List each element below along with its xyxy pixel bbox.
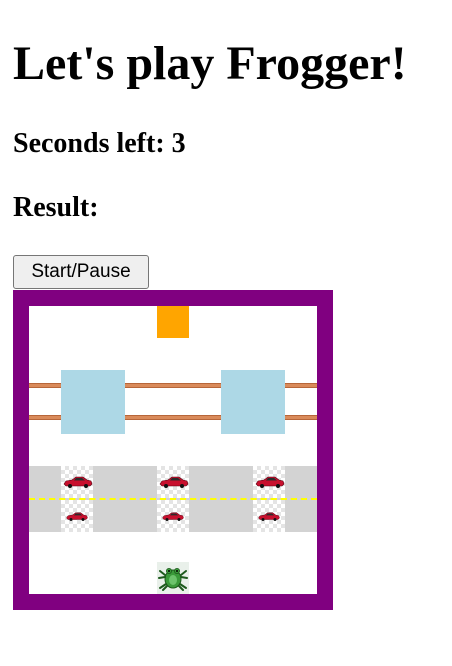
car-cell [157,466,189,498]
log-icon [29,370,61,402]
car-cell [157,500,189,532]
log-icon [189,370,221,402]
safe-row [29,338,317,370]
lane-line [29,498,317,500]
game-board [13,290,333,610]
red-car-icon [255,476,285,488]
start-pause-button[interactable]: Start/Pause [13,255,149,289]
log-icon [285,402,317,434]
log-icon [189,402,221,434]
car-cell [61,500,93,532]
result-label: Result: [13,192,99,223]
log-icon [125,402,157,434]
log-icon [285,370,317,402]
water-block [61,370,125,434]
frog-icon [158,568,188,591]
red-car-icon [162,512,184,521]
car-cell [253,500,285,532]
car-cell [253,466,285,498]
log-icon [157,402,189,434]
water-block [221,370,285,434]
log-icon [125,370,157,402]
seconds-left: Seconds left: 3 [13,128,186,159]
safe-row [29,434,317,466]
goal-block [157,306,189,338]
log-icon [29,402,61,434]
log-icon [157,370,189,402]
red-car-icon [159,476,189,488]
red-car-icon [66,512,88,521]
red-car-icon [258,512,280,521]
red-car-icon [63,476,93,488]
car-cell [61,466,93,498]
page-title: Let's play Frogger! [13,37,407,90]
frog-cell [157,562,189,594]
